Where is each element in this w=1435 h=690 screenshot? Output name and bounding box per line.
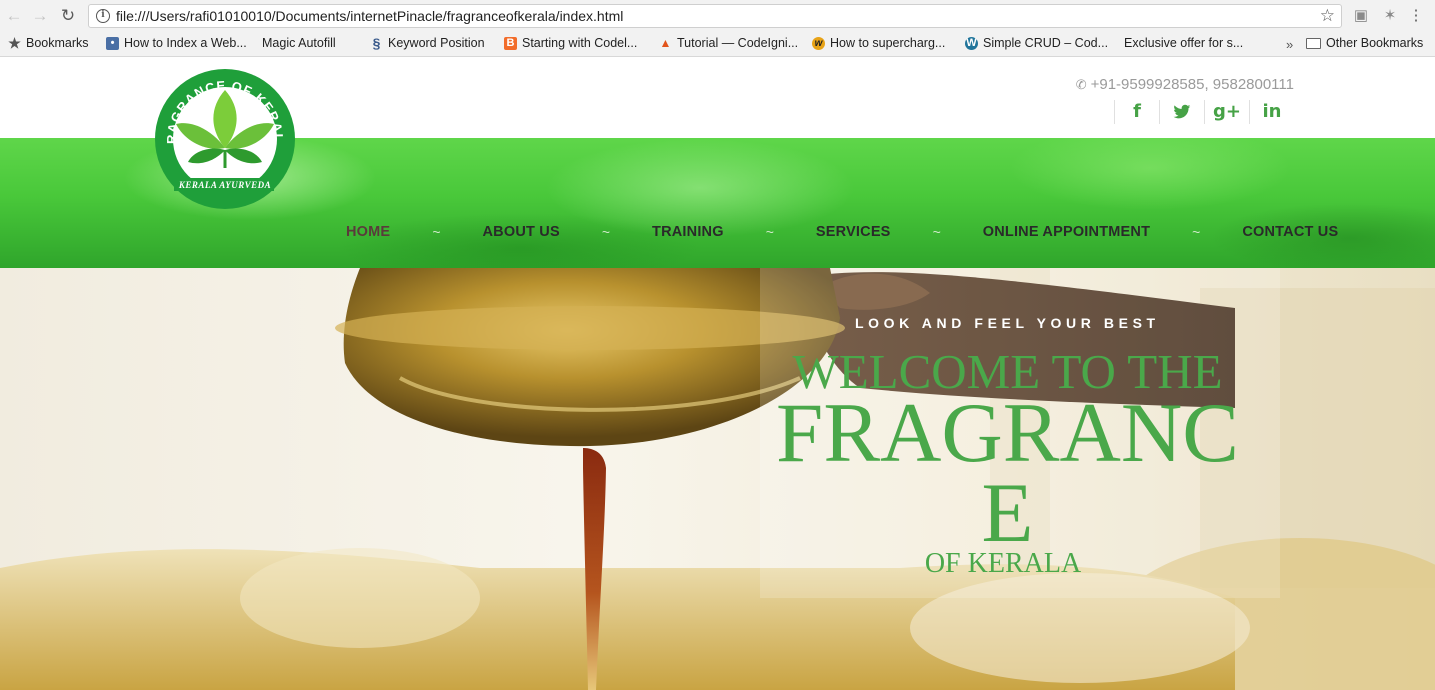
- phone-contact: ✆ +91-9599928585, 9582800111: [1076, 76, 1294, 93]
- back-arrow-icon[interactable]: ←: [4, 6, 24, 26]
- linkedin-icon[interactable]: in: [1249, 100, 1294, 124]
- bookmark-item[interactable]: Exclusive offer for s...: [1124, 36, 1244, 106]
- bookmark-label: How to supercharg...: [830, 36, 946, 50]
- blogger-icon: B: [504, 36, 517, 50]
- site-icon: •: [106, 36, 119, 50]
- other-bookmarks[interactable]: Other Bookmarks: [1306, 36, 1423, 50]
- nav-separator: ~: [765, 224, 774, 240]
- phone-icon: ✆: [1075, 77, 1087, 92]
- bookmark-label: How to Index a Web...: [124, 36, 247, 50]
- bookmark-item[interactable]: • How to Index a Web...: [106, 36, 247, 50]
- nav-separator: ~: [601, 224, 611, 240]
- w-icon: w: [812, 36, 825, 50]
- google-plus-icon[interactable]: g+: [1204, 100, 1249, 124]
- web-page: ✆ +91-9599928585, 9582800111 f g+ in HOME…: [0, 58, 1435, 690]
- bookmark-item[interactable]: § Keyword Position: [370, 34, 485, 51]
- star-icon: ★: [8, 34, 21, 51]
- hero-heading-fragment: FRAGRANC: [776, 386, 1239, 480]
- bookmark-label: Simple CRUD – Cod...: [983, 36, 1109, 50]
- bookmark-label: Keyword Position: [388, 36, 485, 50]
- main-nav: HOME ~ ABOUT US ~ TRAINING ~ SERVICES ~ …: [346, 224, 1338, 240]
- bookmark-item[interactable]: ★ Bookmarks: [8, 34, 89, 51]
- social-links: f g+ in: [1114, 100, 1294, 124]
- address-bar[interactable]: i file:///Users/rafi01010010/Documents/i…: [88, 4, 1342, 28]
- bookmark-item[interactable]: Magic Autofill: [262, 36, 336, 106]
- nav-separator: ~: [432, 224, 441, 240]
- seo-icon: §: [372, 34, 381, 51]
- nav-home[interactable]: HOME: [346, 224, 390, 240]
- extension-icon[interactable]: ✶: [1380, 6, 1400, 26]
- bookmark-item[interactable]: B Starting with Codel...: [504, 36, 637, 50]
- phone-number: +91-9599928585, 9582800111: [1090, 76, 1294, 93]
- nav-about-us[interactable]: ABOUT US: [483, 224, 560, 240]
- logo-text-bottom: KERALA AYURVEDA: [178, 180, 271, 190]
- browser-toolbar: ← → ↻ i file:///Users/rafi01010010/Docum…: [0, 0, 1435, 32]
- leaf-logo-icon: FRAGRANCE OF KERALA KERALA AYURVEDA: [149, 58, 295, 209]
- bookmark-item[interactable]: ▲ Tutorial — CodeIgni...: [659, 35, 799, 50]
- bookmark-label: Magic Autofill: [262, 36, 336, 50]
- bookmark-item[interactable]: w How to supercharg...: [812, 36, 945, 50]
- hero-tagline: LOOK AND FEEL YOUR BEST: [855, 315, 1160, 331]
- site-logo[interactable]: FRAGRANCE OF KERALA KERALA AYURVEDA: [149, 58, 296, 210]
- bookmark-label: Exclusive offer for s...: [1124, 36, 1244, 50]
- url-text[interactable]: file:///Users/rafi01010010/Documents/int…: [116, 8, 623, 24]
- nav-online-appointment[interactable]: ONLINE APPOINTMENT: [983, 224, 1150, 240]
- hero-heading-line4: OF KERALA: [924, 548, 1082, 579]
- nav-separator: ~: [932, 224, 941, 240]
- hero-heading-line2: FRAGRANC E: [770, 386, 1245, 560]
- nav-training[interactable]: TRAINING: [652, 224, 724, 240]
- bookmarks-bar: ★ Bookmarks • How to Index a Web... Magic …: [0, 32, 1435, 106]
- nav-separator: ~: [1192, 224, 1201, 240]
- camera-icon[interactable]: ▣: [1351, 6, 1371, 26]
- forward-arrow-icon[interactable]: →: [30, 6, 50, 26]
- info-icon[interactable]: i: [96, 9, 110, 23]
- flame-icon: ▲: [659, 35, 672, 50]
- reload-icon[interactable]: ↻: [58, 6, 78, 26]
- hero-heading-fragment: E: [981, 466, 1034, 560]
- bookmark-star-icon[interactable]: ☆: [1320, 6, 1335, 26]
- bookmark-label: Tutorial — CodeIgni...: [677, 36, 799, 50]
- bookmark-label: Bookmarks: [26, 36, 89, 50]
- hero-banner: LOOK AND FEEL YOUR BEST WELCOME TO THE F…: [0, 268, 1435, 690]
- menu-dots-icon[interactable]: ⋮: [1406, 6, 1426, 26]
- folder-icon: [1306, 37, 1321, 49]
- bookmark-label: Other Bookmarks: [1326, 36, 1424, 50]
- facebook-icon[interactable]: f: [1114, 100, 1159, 124]
- bookmarks-overflow-icon[interactable]: »: [1286, 37, 1293, 52]
- nav-services[interactable]: SERVICES: [816, 224, 891, 240]
- wordpress-icon: W: [965, 36, 978, 50]
- nav-contact-us[interactable]: CONTACT US: [1242, 224, 1338, 240]
- bookmark-label: Starting with Codel...: [522, 36, 638, 50]
- twitter-icon[interactable]: [1159, 100, 1204, 124]
- bookmark-item[interactable]: W Simple CRUD – Cod...: [965, 36, 1108, 50]
